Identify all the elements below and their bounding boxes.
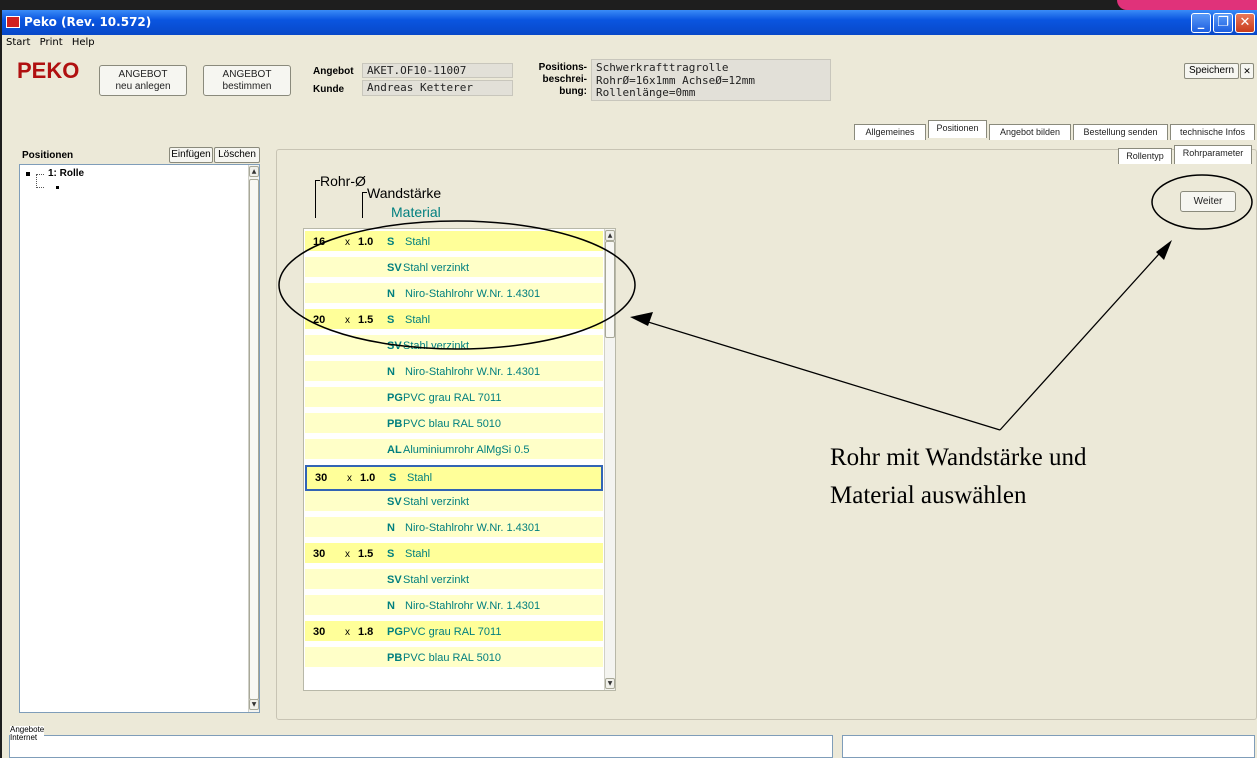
highlight-ellipse-weiter	[1151, 174, 1253, 230]
annotation-line: Rohr mit Wandstärke und	[830, 444, 1087, 471]
bottom-panel-right	[842, 735, 1255, 758]
annotation-line: Material auswählen	[830, 482, 1027, 509]
highlight-ellipse-list	[278, 220, 636, 350]
arrow-line	[999, 243, 1169, 431]
tab-line: Internet	[10, 733, 38, 742]
annotation-text: Rohr mit Wandstärke und Material auswähl…	[830, 439, 1087, 515]
tab-angebote-internet[interactable]: Angebote Internet	[10, 726, 45, 742]
annotation-overlay	[278, 174, 1253, 431]
arrowhead-icon	[1156, 240, 1172, 260]
arrow-line	[634, 317, 1001, 431]
arrowhead-icon	[630, 312, 653, 326]
bottom-panel-left	[9, 735, 833, 758]
